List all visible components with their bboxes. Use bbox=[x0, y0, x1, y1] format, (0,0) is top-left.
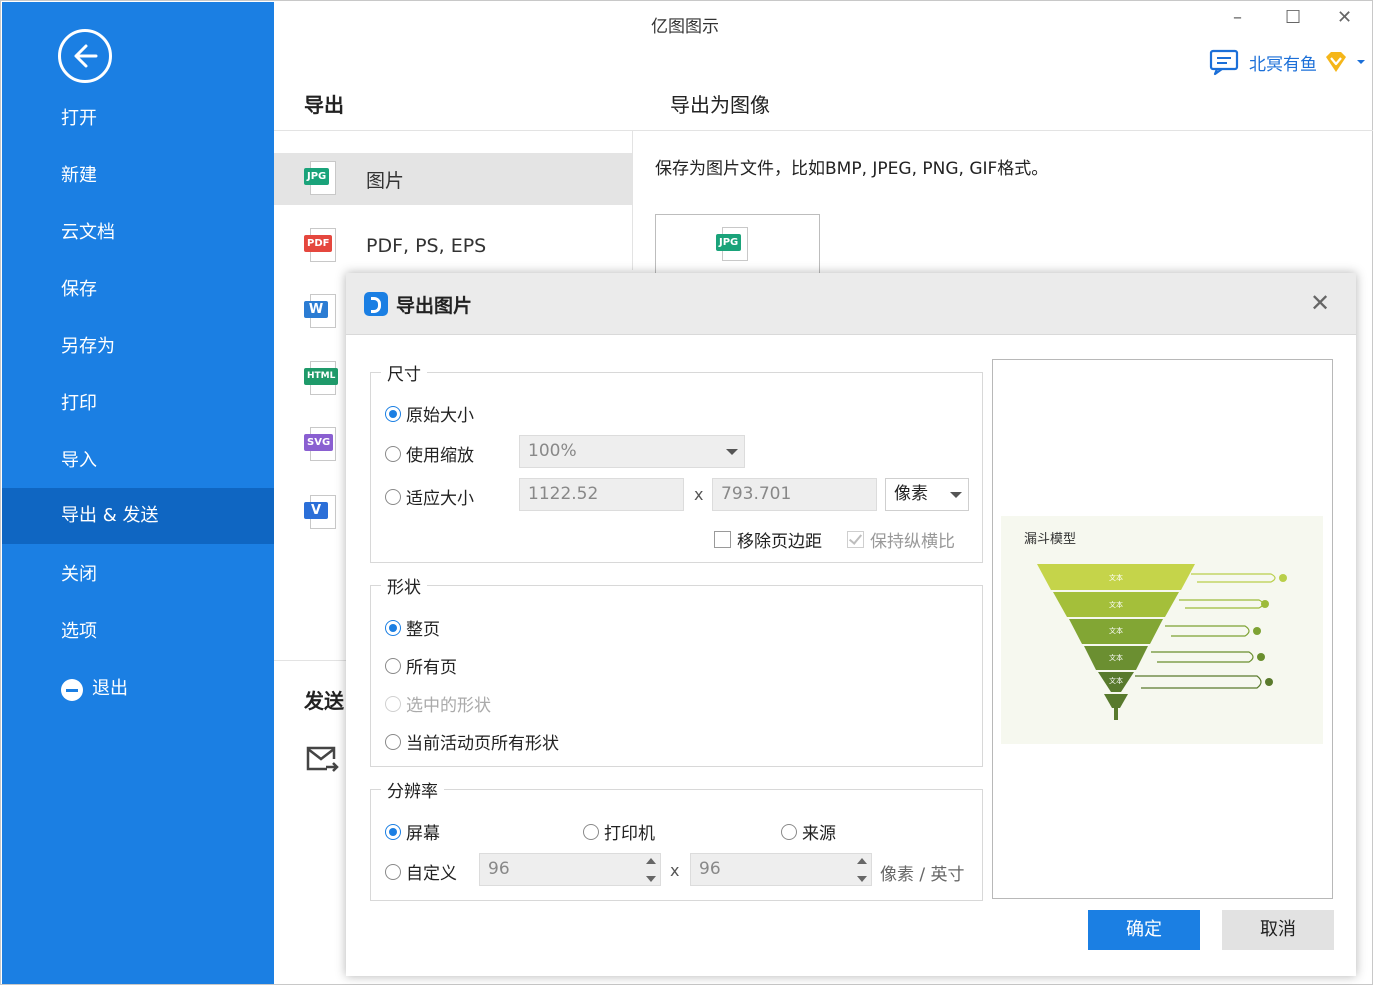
width-input[interactable]: 1122.52 bbox=[519, 478, 684, 511]
funnel-label-1: 文本 bbox=[1109, 573, 1123, 582]
shape-group-title: 形状 bbox=[381, 573, 427, 598]
chevron-down-icon bbox=[950, 492, 962, 498]
arrow-left-icon bbox=[74, 44, 98, 68]
sidebar-item-close[interactable]: 关闭 bbox=[2, 547, 274, 603]
header-divider bbox=[274, 130, 1373, 131]
shape-group: 形状 整页 所有页 选中的形状 当前活动页所有形状 bbox=[370, 573, 983, 767]
height-input[interactable]: 793.701 bbox=[712, 478, 877, 511]
radio-current-page-shapes[interactable]: 当前活动页所有形状 bbox=[385, 729, 559, 754]
resolution-group: 分辨率 屏幕 打印机 来源 自定义 96 x 96 像素 / 英寸 bbox=[370, 777, 983, 901]
window-title: 亿图图示 bbox=[651, 17, 719, 37]
chat-icon bbox=[1209, 49, 1239, 76]
svg-file-icon: SVG bbox=[304, 425, 340, 465]
remove-margin-checkbox[interactable]: 移除页边距 bbox=[714, 527, 822, 552]
export-heading: 导出 bbox=[304, 93, 344, 117]
funnel-diagram: 文本 文本 文本 文本 文本 bbox=[1037, 564, 1287, 720]
size-group-title: 尺寸 bbox=[381, 360, 427, 385]
dpi-x-separator: x bbox=[670, 861, 680, 880]
ok-button[interactable]: 确定 bbox=[1088, 910, 1200, 950]
chevron-down-icon bbox=[726, 449, 738, 455]
funnel-label-2: 文本 bbox=[1109, 600, 1123, 609]
sidebar-item-open[interactable]: 打开 bbox=[2, 91, 274, 147]
word-file-icon: W bbox=[304, 292, 340, 332]
scale-select[interactable]: 100% bbox=[519, 435, 745, 468]
dpi-x-stepper[interactable]: 96 bbox=[479, 853, 661, 886]
radio-all-pages[interactable]: 所有页 bbox=[385, 653, 457, 678]
export-description: 保存为图片文件，比如BMP, JPEG, PNG, GIF格式。 bbox=[655, 159, 1049, 179]
image-preview: 漏斗模型 文本 文本 文本 文本 文本 bbox=[992, 359, 1333, 899]
sidebar-item-new[interactable]: 新建 bbox=[2, 148, 274, 204]
close-button[interactable]: ✕ bbox=[1337, 7, 1352, 28]
sidebar-item-print[interactable]: 打印 bbox=[2, 376, 274, 432]
sidebar-item-save[interactable]: 保存 bbox=[2, 262, 274, 318]
radio-screen[interactable]: 屏幕 bbox=[385, 819, 440, 844]
format-item-pdf[interactable]: PDF PDF, PS, EPS bbox=[274, 220, 632, 272]
size-x-separator: x bbox=[694, 485, 704, 504]
radio-fit-size[interactable]: 适应大小 bbox=[385, 484, 474, 509]
visio-file-icon: V bbox=[304, 493, 340, 533]
unit-select[interactable]: 像素 bbox=[885, 478, 969, 511]
vip-diamond-icon bbox=[1326, 52, 1346, 72]
exit-icon bbox=[61, 679, 83, 701]
sidebar-item-import[interactable]: 导入 bbox=[2, 433, 274, 489]
dialog-close-icon[interactable]: ✕ bbox=[1310, 291, 1330, 315]
format-item-image[interactable]: JPG 图片 bbox=[274, 153, 632, 205]
funnel-label-3: 文本 bbox=[1109, 626, 1123, 635]
dialog-header: 导出图片 ✕ bbox=[346, 273, 1356, 335]
sidebar-item-exit[interactable]: 退出 bbox=[2, 661, 274, 717]
preview-canvas: 漏斗模型 文本 文本 文本 文本 文本 bbox=[1001, 516, 1323, 744]
send-heading: 发送 bbox=[304, 689, 344, 713]
funnel-layers bbox=[1037, 564, 1195, 720]
radio-original-size[interactable]: 原始大小 bbox=[385, 401, 474, 426]
size-group: 尺寸 原始大小 使用缩放 100% 适应大小 1122.52 x 793.701… bbox=[370, 360, 983, 563]
user-menu[interactable]: 北冥有鱼 bbox=[1209, 45, 1367, 79]
format-item-html[interactable]: HTML bbox=[274, 353, 346, 405]
radio-source[interactable]: 来源 bbox=[781, 819, 836, 844]
format-item-visio[interactable]: V bbox=[274, 487, 346, 539]
back-button[interactable] bbox=[58, 29, 112, 83]
export-image-heading: 导出为图像 bbox=[670, 93, 770, 117]
html-file-icon: HTML bbox=[304, 359, 340, 399]
pdf-file-icon: PDF bbox=[304, 226, 340, 266]
keep-ratio-checkbox[interactable]: 保持纵横比 bbox=[847, 527, 955, 552]
sidebar-item-save-as[interactable]: 另存为 bbox=[2, 319, 274, 375]
backstage-sidebar: 打开 新建 云文档 保存 另存为 打印 导入 导出 & 发送 关闭 选项 退出 bbox=[2, 2, 274, 984]
send-divider bbox=[274, 660, 346, 661]
user-name: 北冥有鱼 bbox=[1249, 54, 1317, 75]
app-window: 打开 新建 云文档 保存 另存为 打印 导入 导出 & 发送 关闭 选项 退出 … bbox=[0, 0, 1373, 985]
funnel-label-4: 文本 bbox=[1109, 653, 1123, 662]
mail-send-icon[interactable] bbox=[305, 745, 339, 775]
dialog-title: 导出图片 bbox=[396, 295, 473, 317]
format-item-svg[interactable]: SVG bbox=[274, 419, 346, 471]
format-item-word[interactable]: W bbox=[274, 286, 346, 338]
minimize-button[interactable]: – bbox=[1233, 7, 1242, 28]
dpi-y-stepper[interactable]: 96 bbox=[690, 853, 872, 886]
export-image-dialog: 导出图片 ✕ 尺寸 原始大小 使用缩放 100% 适应大小 1122.52 x … bbox=[346, 273, 1356, 976]
jpg-file-icon: JPG bbox=[716, 225, 752, 265]
panel-divider bbox=[632, 130, 633, 270]
export-image-thumbnail[interactable]: JPG bbox=[655, 214, 820, 274]
radio-selected-shapes[interactable]: 选中的形状 bbox=[385, 691, 491, 716]
spinner-arrows-icon[interactable] bbox=[646, 858, 656, 882]
radio-printer[interactable]: 打印机 bbox=[583, 819, 655, 844]
sidebar-item-cloud[interactable]: 云文档 bbox=[2, 205, 274, 261]
funnel-connectors bbox=[1135, 573, 1287, 689]
chevron-down-icon bbox=[1357, 60, 1365, 64]
sidebar-item-options[interactable]: 选项 bbox=[2, 604, 274, 660]
jpg-file-icon: JPG bbox=[304, 159, 340, 199]
maximize-button[interactable]: ☐ bbox=[1285, 7, 1301, 28]
resolution-group-title: 分辨率 bbox=[381, 777, 444, 802]
funnel-label-5: 文本 bbox=[1109, 676, 1123, 685]
spinner-arrows-icon[interactable] bbox=[857, 858, 867, 882]
edraw-logo-icon bbox=[364, 292, 388, 316]
sidebar-item-export-send[interactable]: 导出 & 发送 bbox=[2, 488, 274, 544]
radio-use-scale[interactable]: 使用缩放 bbox=[385, 441, 474, 466]
radio-custom[interactable]: 自定义 bbox=[385, 859, 457, 884]
radio-whole-page[interactable]: 整页 bbox=[385, 615, 440, 640]
dpi-unit-label: 像素 / 英寸 bbox=[880, 865, 965, 885]
cancel-button[interactable]: 取消 bbox=[1222, 910, 1334, 950]
